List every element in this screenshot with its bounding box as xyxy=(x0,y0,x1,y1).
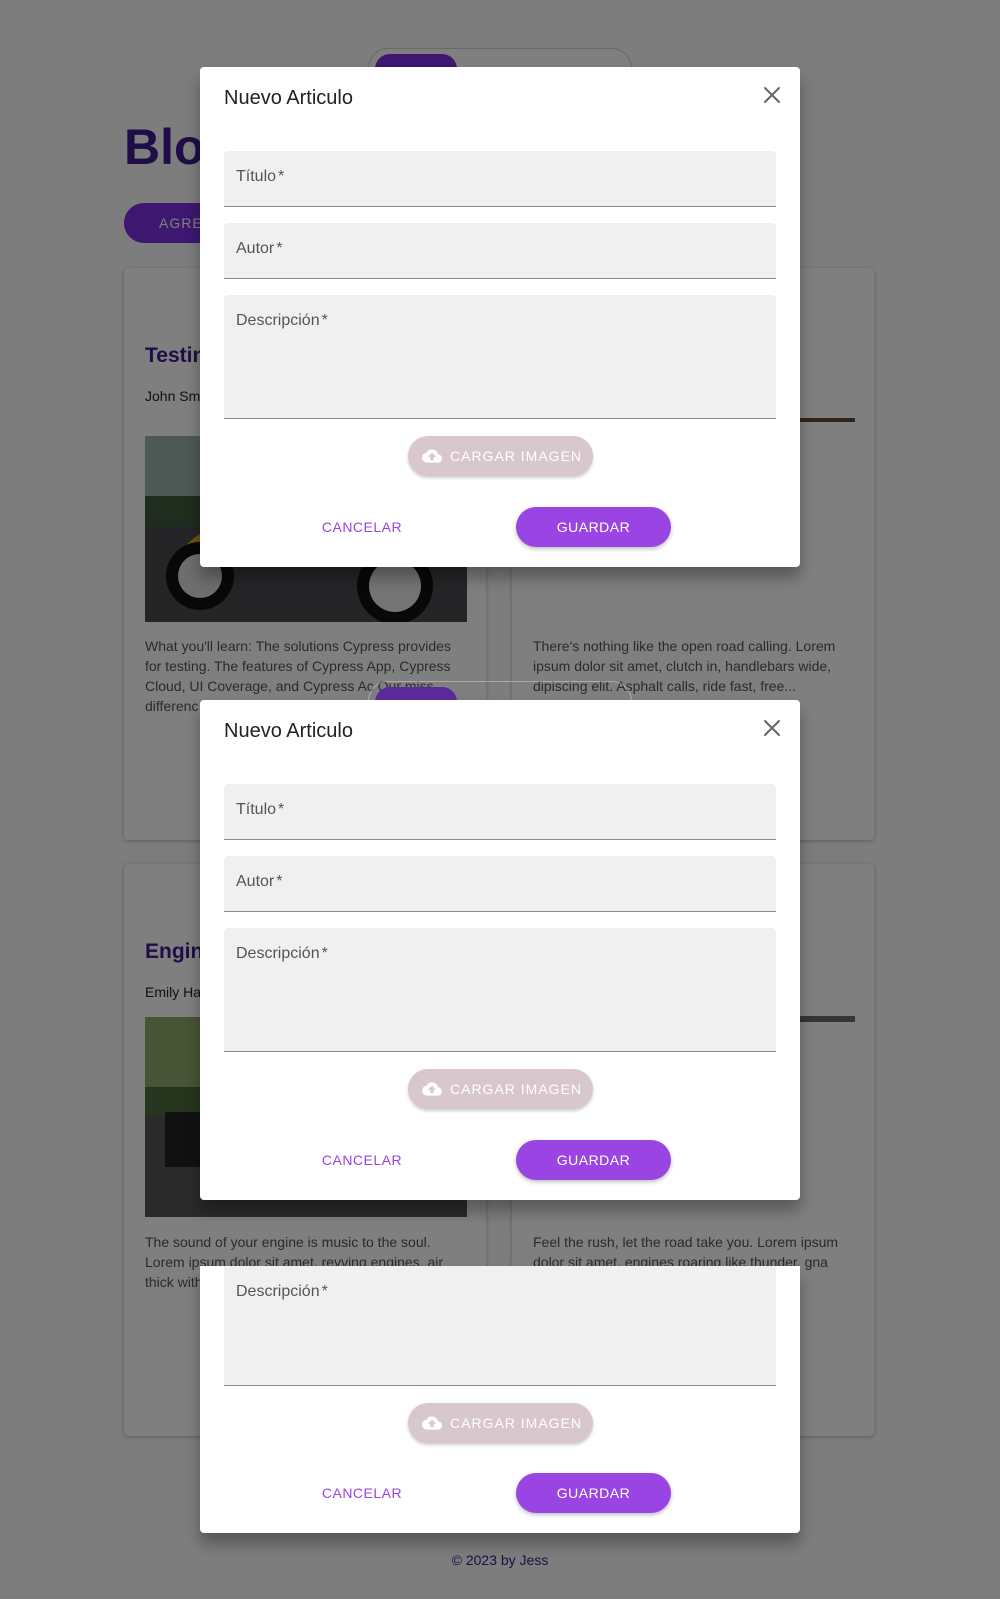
new-article-dialog-partial: Descripción * CARGAR IMAGEN CANCELAR GUAR… xyxy=(200,1266,800,1533)
title-field-label: Título * xyxy=(236,168,285,185)
cancel-button[interactable]: CANCELAR xyxy=(292,507,432,547)
description-field-label: Descripción * xyxy=(236,312,328,329)
title-field-label: Título * xyxy=(236,801,285,818)
description-field-label: Descripción * xyxy=(236,945,328,962)
description-field[interactable]: Descripción * xyxy=(224,928,776,1052)
cloud-upload-icon xyxy=(422,1416,442,1430)
description-field[interactable]: Descripción * xyxy=(224,295,776,419)
author-field[interactable]: Autor * xyxy=(224,223,776,279)
save-button[interactable]: GUARDAR xyxy=(516,1140,671,1180)
description-field-label: Descripción * xyxy=(236,1283,328,1300)
close-icon[interactable] xyxy=(758,714,786,742)
dialog-title: Nuevo Articulo xyxy=(224,87,353,109)
save-button[interactable]: GUARDAR xyxy=(516,1473,671,1513)
description-field[interactable]: Descripción * xyxy=(224,1266,776,1386)
upload-image-button[interactable]: CARGAR IMAGEN xyxy=(408,1403,593,1443)
close-icon[interactable] xyxy=(758,81,786,109)
cancel-button[interactable]: CANCELAR xyxy=(292,1473,432,1513)
upload-image-button[interactable]: CARGAR IMAGEN xyxy=(408,436,593,476)
title-field[interactable]: Título * xyxy=(224,151,776,207)
upload-image-label: CARGAR IMAGEN xyxy=(450,448,583,464)
new-article-dialog: Nuevo Articulo Título * Autor * Descripció… xyxy=(200,700,800,1200)
new-article-dialog: Nuevo Articulo Título * Autor * Descripció… xyxy=(200,67,800,567)
cloud-upload-icon xyxy=(422,1082,442,1096)
upload-image-button[interactable]: CARGAR IMAGEN xyxy=(408,1069,593,1109)
cancel-button[interactable]: CANCELAR xyxy=(292,1140,432,1180)
upload-image-label: CARGAR IMAGEN xyxy=(450,1081,583,1097)
save-button[interactable]: GUARDAR xyxy=(516,507,671,547)
dialog-title: Nuevo Articulo xyxy=(224,720,353,742)
author-field-label: Autor * xyxy=(236,240,283,257)
author-field[interactable]: Autor * xyxy=(224,856,776,912)
title-field[interactable]: Título * xyxy=(224,784,776,840)
author-field-label: Autor * xyxy=(236,873,283,890)
cloud-upload-icon xyxy=(422,449,442,463)
upload-image-label: CARGAR IMAGEN xyxy=(450,1415,583,1431)
